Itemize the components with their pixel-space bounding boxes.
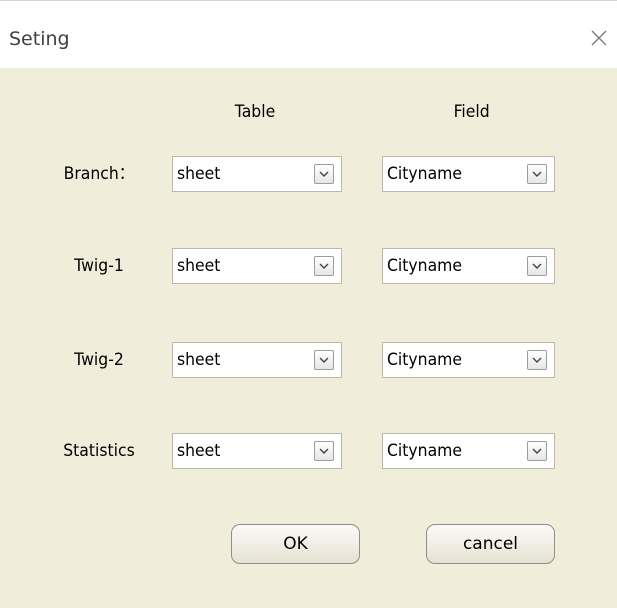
select-value: Cityname	[387, 256, 463, 276]
select-value: Cityname	[387, 164, 463, 184]
ok-button[interactable]: OK	[231, 524, 360, 564]
title-bar: Seting	[0, 0, 617, 68]
branch-field-select[interactable]: Cityname	[382, 156, 555, 192]
column-header-field: Field	[453, 102, 490, 122]
twig-1-table-select[interactable]: sheet	[172, 248, 342, 284]
chevron-down-icon[interactable]	[527, 441, 547, 461]
window-title: Seting	[9, 28, 70, 50]
settings-dialog: Seting Table Field Branch： sheet Citynam…	[0, 0, 617, 608]
chevron-down-icon[interactable]	[314, 256, 334, 276]
row-label-branch: Branch：	[63, 164, 135, 184]
statistics-field-select[interactable]: Cityname	[382, 433, 555, 469]
chevron-down-icon[interactable]	[314, 350, 334, 370]
branch-table-select[interactable]: sheet	[172, 156, 342, 192]
row-label-statistics: Statistics	[63, 441, 135, 461]
select-value: Cityname	[387, 350, 463, 370]
select-value: Cityname	[387, 441, 463, 461]
twig-2-field-select[interactable]: Cityname	[382, 342, 555, 378]
twig-1-field-select[interactable]: Cityname	[382, 248, 555, 284]
cancel-button[interactable]: cancel	[426, 524, 555, 564]
row-label-twig-1: Twig-1	[74, 256, 124, 276]
chevron-down-icon[interactable]	[314, 164, 334, 184]
statistics-table-select[interactable]: sheet	[172, 433, 342, 469]
chevron-down-icon[interactable]	[314, 441, 334, 461]
select-value: sheet	[177, 164, 221, 184]
close-icon[interactable]	[590, 29, 608, 47]
chevron-down-icon[interactable]	[527, 350, 547, 370]
select-value: sheet	[177, 441, 221, 461]
chevron-down-icon[interactable]	[527, 164, 547, 184]
column-header-table: Table	[234, 102, 276, 122]
twig-2-table-select[interactable]: sheet	[172, 342, 342, 378]
row-label-twig-2: Twig-2	[74, 350, 124, 370]
select-value: sheet	[177, 350, 221, 370]
select-value: sheet	[177, 256, 221, 276]
chevron-down-icon[interactable]	[527, 256, 547, 276]
